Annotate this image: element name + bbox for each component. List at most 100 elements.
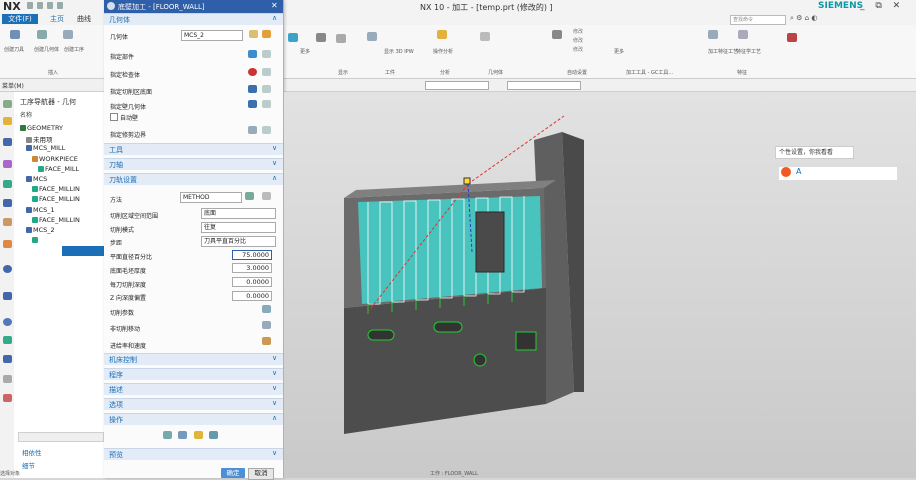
resource-icon[interactable] [3,265,12,273]
cut-region-range-select[interactable]: 底面 [201,208,276,219]
ime-logo-icon[interactable] [781,167,791,177]
undo-icon[interactable] [37,2,43,9]
dependencies-panel[interactable]: 相依性 [22,447,42,457]
ribbon-icon[interactable] [552,30,562,39]
tree-item[interactable]: GEOMETRY [20,124,63,132]
details-panel[interactable]: 细节 [22,460,35,470]
chevron-down-icon[interactable]: ∨ [272,449,277,457]
assembly-filter-select[interactable] [507,81,581,90]
tab-curve[interactable]: 曲线 [74,14,94,24]
display-icon[interactable] [262,85,271,93]
tree-item[interactable]: FACE_MILLIN [32,216,80,224]
ok-button[interactable]: 确定 [221,468,245,478]
auto-wall-checkbox[interactable] [110,113,118,121]
section-actions[interactable] [104,413,283,425]
create-tool-icon[interactable] [10,30,20,39]
geometry-select[interactable]: MCS_2 [181,30,243,41]
specify-wall-label[interactable]: 指定壁几何体 [110,102,146,111]
non-cut-moves-label[interactable]: 非切削移动 [110,324,140,333]
display-icon[interactable] [262,126,271,134]
section-preview[interactable] [104,448,283,460]
resource-icon[interactable] [3,292,12,300]
replay-icon[interactable] [178,431,187,439]
display-icon[interactable] [262,50,271,58]
chevron-down-icon[interactable]: ∨ [272,144,277,152]
redo-icon[interactable] [47,2,53,9]
tree-item[interactable]: 未用项 [26,134,53,144]
feeds-speeds-icon[interactable] [262,337,271,345]
section-program-title[interactable]: 程序 [109,370,123,380]
section-actions-title[interactable]: 操作 [109,415,123,425]
resource-icon[interactable] [3,318,12,326]
ribbon-icon[interactable] [336,34,346,43]
more-button[interactable]: 更多 [614,48,624,55]
tree-item[interactable]: MCS_2 [26,226,55,234]
section-tool[interactable] [104,143,283,155]
resource-icon[interactable] [3,218,12,226]
chevron-down-icon[interactable]: ∨ [272,354,277,362]
tree-item[interactable]: MCS_MILL [26,144,65,152]
section-tool-title[interactable]: 工具 [109,145,123,155]
machining-feature-process-button[interactable]: 加工特征工艺 [708,48,738,55]
section-cut-title[interactable]: 刀轨设置 [109,175,137,185]
operation-analysis-button[interactable]: 操作分析 [433,48,453,55]
ribbon-icon[interactable] [367,32,377,41]
tab-home[interactable]: 主页 [47,14,67,24]
floor-stock-input[interactable]: 3.0000 [232,263,272,273]
display-icon[interactable] [262,68,271,76]
section-program[interactable] [104,368,283,380]
copy-icon[interactable] [57,2,63,9]
specify-trim-label[interactable]: 指定修剪边界 [110,130,146,139]
chevron-down-icon[interactable]: ∨ [272,399,277,407]
navigator-column-name[interactable]: 名称 [20,110,32,119]
section-preview-title[interactable]: 预览 [109,450,123,460]
ribbon-icon[interactable] [480,32,490,41]
feeds-speeds-label[interactable]: 进给率和速度 [110,341,146,350]
stepover-select[interactable]: 刀具平直百分比 [201,236,276,247]
menu-button[interactable]: 菜单(M) [2,81,24,90]
select-wall-icon[interactable] [248,100,257,108]
section-description-title[interactable]: 描述 [109,385,123,395]
select-trim-icon[interactable] [248,126,257,134]
resource-icon[interactable] [3,138,12,146]
tab-file[interactable]: 文件(F) [2,14,38,24]
tree-item[interactable]: WORKPIECE [32,155,78,163]
chevron-up-icon[interactable]: ∧ [272,14,277,22]
create-operation-button[interactable]: 创建工序 [64,46,84,53]
section-geometry[interactable] [104,13,283,25]
ime-mode[interactable]: A [796,167,801,176]
resource-icon[interactable] [3,100,12,108]
navigator-scrollbar[interactable] [18,432,104,442]
generate-icon[interactable] [163,431,172,439]
section-options[interactable] [104,398,283,410]
command-finder-input[interactable]: 查找命令 [730,15,786,25]
edit-method-icon[interactable] [245,192,254,200]
section-axis[interactable] [104,158,283,170]
diameter-percent-input[interactable]: 75.0000 [232,250,272,260]
ribbon-icon[interactable] [288,33,298,42]
ribbon-icon[interactable] [316,33,326,42]
close-icon[interactable]: ✕ [271,1,278,10]
ribbon-icon[interactable] [738,30,748,39]
tree-item[interactable]: FACE_MILLIN [32,185,80,193]
resource-icon[interactable] [3,375,12,383]
select-part-icon[interactable] [248,50,257,58]
save-icon[interactable] [27,2,33,9]
display-icon[interactable] [262,100,271,108]
section-machine-title[interactable]: 机床控制 [109,355,137,365]
list-icon[interactable] [209,431,218,439]
resource-icon[interactable] [3,160,12,168]
chevron-down-icon[interactable]: ∨ [272,369,277,377]
more-button[interactable]: 更多 [300,48,310,55]
create-geometry-icon[interactable] [37,30,47,39]
specify-check-label[interactable]: 指定检查体 [110,70,140,79]
cancel-button[interactable]: 取消 [248,468,274,480]
chevron-down-icon[interactable]: ∨ [272,159,277,167]
chevron-up-icon[interactable]: ∧ [272,174,277,182]
filter-select[interactable] [425,81,489,90]
create-operation-icon[interactable] [63,30,73,39]
section-geometry-title[interactable]: 几何体 [109,15,130,25]
show-3d-ipw-button[interactable]: 显示 3D IPW [384,48,414,55]
modify-item[interactable]: 修改 [573,28,583,35]
resource-icon[interactable] [3,336,12,344]
